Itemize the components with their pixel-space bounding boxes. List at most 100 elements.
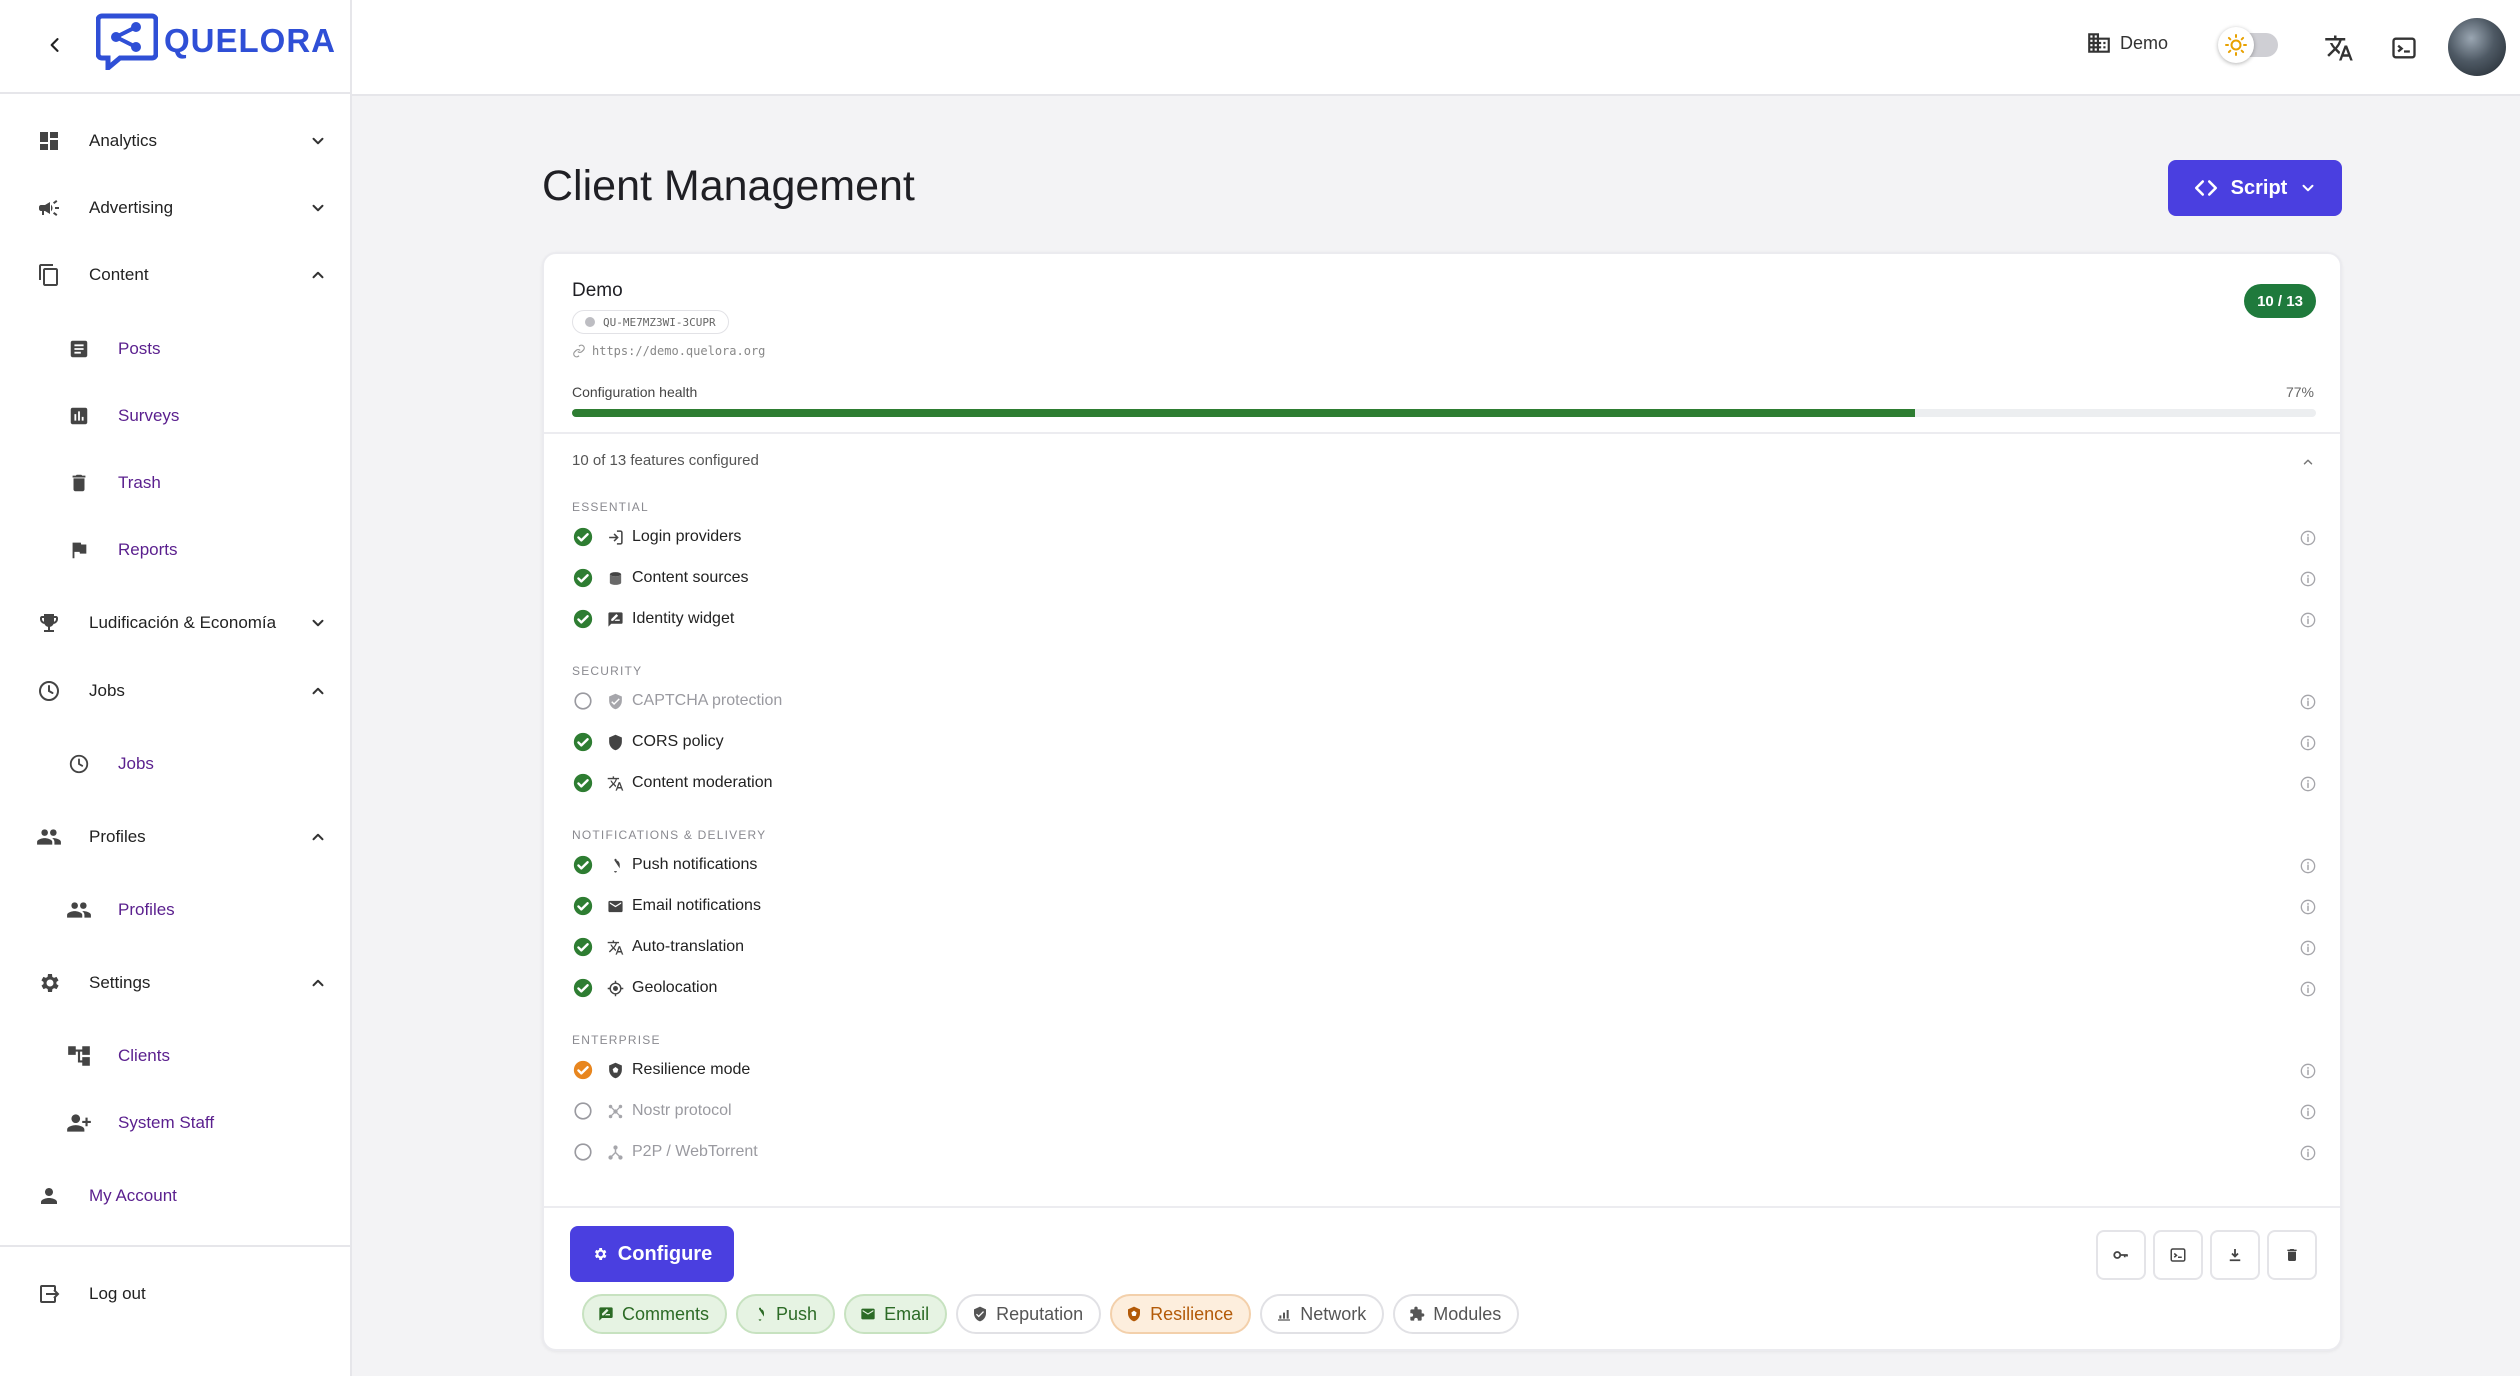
chip-comments[interactable]: Comments <box>582 1294 728 1334</box>
sidebar-item-content[interactable]: Content <box>0 250 350 300</box>
feature-row[interactable]: Geolocation <box>572 971 2320 1005</box>
download-button[interactable] <box>2210 1230 2260 1280</box>
chevron-up-icon <box>306 679 330 703</box>
feature-row[interactable]: Email notifications <box>572 889 2320 923</box>
info-button[interactable] <box>2298 528 2318 548</box>
info-button[interactable] <box>2298 1061 2318 1081</box>
logout-button[interactable]: Log out <box>0 1269 350 1319</box>
sidebar-item-jobs[interactable]: Jobs <box>0 666 350 716</box>
trash-icon <box>64 468 94 498</box>
chevron-down-icon <box>2302 184 2314 192</box>
info-button[interactable] <box>2298 979 2318 999</box>
feature-group-title: ENTERPRISE <box>572 1033 661 1047</box>
trophy-icon <box>34 608 64 638</box>
feature-group-title: SECURITY <box>572 664 643 678</box>
sidebar-item-advertising[interactable]: Advertising <box>0 183 350 233</box>
article-icon <box>64 334 94 364</box>
empty-circle-icon <box>574 1143 592 1161</box>
sidebar-item-settings[interactable]: Settings <box>0 958 350 1008</box>
sidebar: QUELORA Analytics Advertising Content Po… <box>0 0 352 1376</box>
sidebar-item-reports[interactable]: Reports <box>0 525 350 575</box>
info-button[interactable] <box>2298 1143 2318 1163</box>
language-button[interactable] <box>2323 32 2355 64</box>
client-id-chip[interactable]: QU-ME7MZ3WI-3CUPR <box>572 310 729 334</box>
check-circle-icon <box>573 527 593 547</box>
info-button[interactable] <box>2298 856 2318 876</box>
api-key-button[interactable] <box>2096 1230 2146 1280</box>
console-action-button[interactable] <box>2153 1230 2203 1280</box>
collapse-sidebar-button[interactable] <box>40 30 70 60</box>
empty-circle-icon <box>574 1102 592 1120</box>
configure-button[interactable]: Configure <box>570 1226 734 1282</box>
feature-row[interactable]: Auto-translation <box>572 930 2320 964</box>
feature-label: Geolocation <box>632 979 718 996</box>
theme-toggle[interactable] <box>2218 27 2280 63</box>
feature-row[interactable]: Identity widget <box>572 602 2320 636</box>
bell-icon <box>613 858 620 873</box>
sidebar-item-label: System Staff <box>118 1113 215 1132</box>
info-button[interactable] <box>2298 610 2318 630</box>
sidebar-item-clients[interactable]: Clients <box>0 1031 350 1081</box>
info-icon <box>2300 858 2316 874</box>
features-summary: 10 of 13 features configured <box>572 452 759 469</box>
delete-button[interactable] <box>2267 1230 2317 1280</box>
info-icon <box>2300 612 2316 628</box>
chip-reputation[interactable]: Reputation <box>956 1294 1102 1334</box>
feature-row[interactable]: CORS policy <box>572 725 2320 759</box>
chip-modules[interactable]: Modules <box>1393 1294 1520 1334</box>
top-bar: Demo <box>352 0 2520 96</box>
feature-row[interactable]: P2P / WebTorrent <box>572 1135 2320 1169</box>
feature-row[interactable]: Content moderation <box>572 766 2320 800</box>
chip-push[interactable]: Push <box>736 1294 836 1334</box>
info-button[interactable] <box>2298 692 2318 712</box>
brand-logo[interactable]: QUELORA <box>96 12 336 70</box>
sidebar-item-my-account[interactable]: My Account <box>0 1171 350 1221</box>
feature-row[interactable]: Resilience mode <box>572 1053 2320 1087</box>
feature-icon <box>606 528 624 546</box>
sidebar-item-profiles[interactable]: Profiles <box>0 812 350 862</box>
feature-icon <box>606 569 624 587</box>
info-button[interactable] <box>2298 569 2318 589</box>
feature-row[interactable]: Nostr protocol <box>572 1094 2320 1128</box>
check-circle-icon <box>573 896 593 916</box>
info-button[interactable] <box>2298 733 2318 753</box>
sidebar-item-label: Profiles <box>89 827 146 846</box>
workspace-selector[interactable]: Demo <box>2086 30 2168 56</box>
check-circle-warning-icon <box>573 1060 593 1080</box>
sidebar-item-surveys[interactable]: Surveys <box>0 391 350 441</box>
gear-icon <box>594 1248 607 1260</box>
console-button[interactable] <box>2388 32 2420 64</box>
script-button[interactable]: Script <box>2168 160 2342 216</box>
feature-icon <box>606 733 624 751</box>
info-button[interactable] <box>2298 897 2318 917</box>
client-url[interactable]: https://demo.quelora.org <box>572 344 765 358</box>
info-button[interactable] <box>2298 938 2318 958</box>
chip-label: Email <box>884 1303 930 1324</box>
chip-resilience[interactable]: Resilience <box>1110 1294 1252 1334</box>
sidebar-item-label: Surveys <box>118 406 180 425</box>
feature-row[interactable]: Content sources <box>572 561 2320 595</box>
sidebar-item-jobs-list[interactable]: Jobs <box>0 739 350 789</box>
chip-email[interactable]: Email <box>844 1294 948 1334</box>
sidebar-item-gamification[interactable]: Ludificación & Economía <box>0 598 350 648</box>
locate-icon <box>607 980 623 996</box>
info-button[interactable] <box>2298 1102 2318 1122</box>
sidebar-item-analytics[interactable]: Analytics <box>0 116 350 166</box>
configured-count-badge: 10 / 13 <box>2244 284 2316 318</box>
user-avatar[interactable] <box>2448 18 2506 76</box>
sidebar-item-profiles-list[interactable]: Profiles <box>0 885 350 935</box>
feature-row[interactable]: CAPTCHA protection <box>572 684 2320 718</box>
terminal-icon <box>2170 1248 2186 1262</box>
info-icon <box>2300 694 2316 710</box>
info-button[interactable] <box>2298 774 2318 794</box>
feature-row[interactable]: Login providers <box>572 520 2320 554</box>
check-circle-icon <box>573 568 593 588</box>
chip-network[interactable]: Network <box>1260 1294 1385 1334</box>
collapse-features-button[interactable] <box>2296 450 2320 474</box>
hub-icon <box>608 1104 622 1118</box>
feature-row[interactable]: Push notifications <box>572 848 2320 882</box>
sidebar-item-trash[interactable]: Trash <box>0 458 350 508</box>
feature-icon <box>606 774 624 792</box>
sidebar-item-posts[interactable]: Posts <box>0 324 350 374</box>
sidebar-item-system-staff[interactable]: System Staff <box>0 1098 350 1148</box>
